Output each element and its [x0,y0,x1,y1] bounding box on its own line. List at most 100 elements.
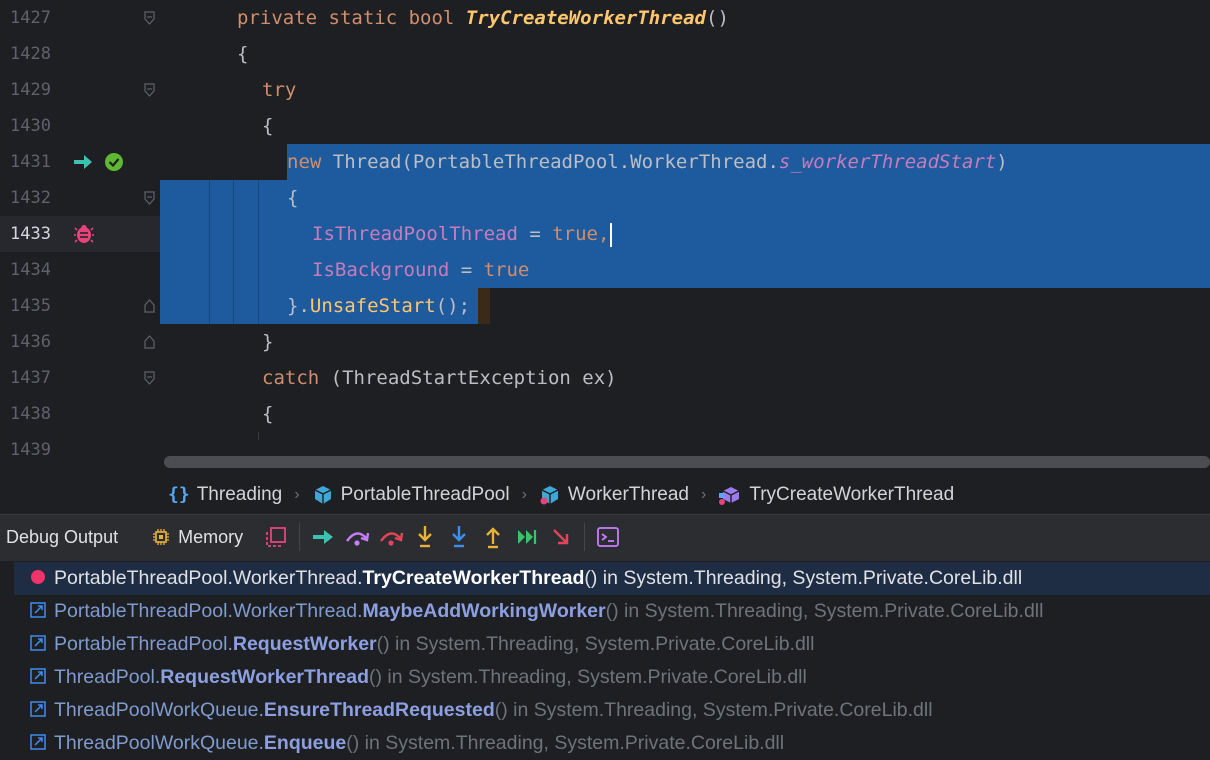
code-line: catch (ThreadStartException ex) [160,360,1210,396]
code-token: private static bool [237,7,466,29]
code-token: try [262,79,297,101]
tab-debug-output[interactable]: Debug Output [0,527,124,548]
frame-location: () in System.Threading, System.Private.C… [494,699,933,721]
fold-icon[interactable] [144,83,155,97]
code-area[interactable]: private static bool TryCreateWorkerThrea… [160,0,1210,475]
code-editor[interactable]: 1427 1428 1429 1430 1431 1432 1433 1434 [0,0,1210,475]
code-token: Thread(PortableThreadPool.WorkerThread. [321,151,779,173]
show-execution-point-icon [313,530,334,544]
line-number: 1437 [10,368,51,388]
fold-end-icon[interactable] [144,335,155,349]
gutter-line: 1439 [0,432,160,468]
stack-frame[interactable]: ThreadPoolWorkQueue.EnsureThreadRequeste… [14,694,1210,727]
frame-class: ThreadPool. [54,666,161,688]
frame-method: RequestWorkerThread [160,666,370,688]
gutter-line: 1432 [0,180,160,216]
code-token: ) [996,151,1008,173]
restore-layout-button[interactable] [259,520,293,554]
toolbar-separator [299,523,301,551]
call-stack-frames: PortableThreadPool.WorkerThread.TryCreat… [0,561,1210,760]
stack-frame[interactable]: ThreadPool.RequestWorkerThread() in Syst… [14,661,1210,694]
frame-method: RequestWorker [232,633,377,655]
gutter-line: 1435 [0,288,160,324]
class-cube-icon [540,485,559,504]
line-number: 1434 [10,260,51,280]
gutter-line: 1436 [0,324,160,360]
gutter-line: 1431 [0,144,160,180]
code-token: true [483,259,530,281]
code-token: (ThreadStartException ex) [319,367,617,389]
frame-location: () in System.Threading, System.Private.C… [584,567,1023,589]
terminal-icon [597,527,619,547]
fold-icon[interactable] [144,11,155,25]
code-token: true, [552,223,610,245]
external-frame-icon [30,668,46,684]
frame-method: MaybeAddWorkingWorker [362,600,606,622]
namespace-icon: {} [168,484,190,505]
code-line: { [160,180,1210,216]
stack-frame[interactable]: ThreadPoolWorkQueue.Enqueue() in System.… [14,727,1210,760]
frame-location: () in System.Threading, System.Private.C… [346,732,785,754]
fold-icon[interactable] [144,371,155,385]
code-line-current: IsThreadPoolThread = true, [160,216,1210,252]
class-cube-icon [314,485,331,504]
breadcrumb-label: PortableThreadPool [340,483,510,505]
line-number: 1436 [10,332,51,352]
external-frame-icon [30,734,46,750]
gutter-line: 1434 [0,252,160,288]
external-frame-icon [30,701,46,717]
force-step-into-button[interactable] [442,520,476,554]
console-button[interactable] [591,520,625,554]
line-number: 1429 [10,80,51,100]
line-number: 1438 [10,404,51,424]
scrollbar-thumb[interactable] [164,456,1210,468]
force-step-over-button[interactable] [374,520,408,554]
chevron-right-icon: › [294,485,300,503]
code-line: { [160,396,1210,432]
breadcrumb-method[interactable]: TryCreateWorkerThread [718,484,954,506]
line-number: 1435 [10,296,51,316]
stack-frame-current[interactable]: PortableThreadPool.WorkerThread.TryCreat… [14,562,1210,595]
frame-location: () in System.Threading, System.Private.C… [369,666,807,688]
frame-class: PortableThreadPool.WorkerThread. [54,567,363,589]
editor-gutter: 1427 1428 1429 1430 1431 1432 1433 1434 [0,0,160,475]
breadcrumb-nested-class[interactable]: WorkerThread [539,484,689,506]
code-token: catch [262,367,320,389]
frame-method: EnsureThreadRequested [263,699,495,721]
execution-point-arrow-icon [74,155,92,169]
show-execution-point-button[interactable] [306,520,340,554]
restore-layout-icon [266,527,286,547]
breadcrumb-namespace[interactable]: {} Threading [168,484,282,506]
step-over-button[interactable] [340,520,374,554]
debug-toolbar: Debug Output Memory [0,515,1210,559]
code-token: = [449,259,484,281]
breakpoint-bug-icon[interactable] [74,224,94,244]
stack-frame[interactable]: PortableThreadPool.RequestWorker() in Sy… [14,628,1210,661]
horizontal-scrollbar[interactable] [160,440,1210,475]
step-into-button[interactable] [408,520,442,554]
run-to-cursor-icon [518,530,537,544]
frame-class: PortableThreadPool.WorkerThread. [54,600,363,622]
stack-frame[interactable]: PortableThreadPool.WorkerThread.MaybeAdd… [14,595,1210,628]
fold-icon[interactable] [144,191,155,205]
frame-class: PortableThreadPool. [54,633,233,655]
code-line: try [160,72,1210,108]
breadcrumb-class[interactable]: PortableThreadPool [312,484,510,506]
gutter-line-current: 1433 [0,216,160,252]
fold-end-icon[interactable] [144,299,155,313]
code-token: }. [287,295,310,317]
code-line: }.UnsafeStart(); [160,288,1210,324]
code-token: { [262,403,274,425]
code-token: IsBackground [312,259,450,281]
code-token: (); [435,295,471,317]
evaluate-button[interactable] [544,520,578,554]
gutter-line: 1438 [0,396,160,432]
code-token: } [262,331,274,353]
chevron-right-icon: › [701,485,707,503]
run-to-cursor-button[interactable] [510,520,544,554]
checkmark-icon [105,153,123,171]
step-out-button[interactable] [476,520,510,554]
force-step-into-icon [452,526,466,548]
gutter-line: 1430 [0,108,160,144]
tab-memory[interactable]: Memory [146,527,249,548]
